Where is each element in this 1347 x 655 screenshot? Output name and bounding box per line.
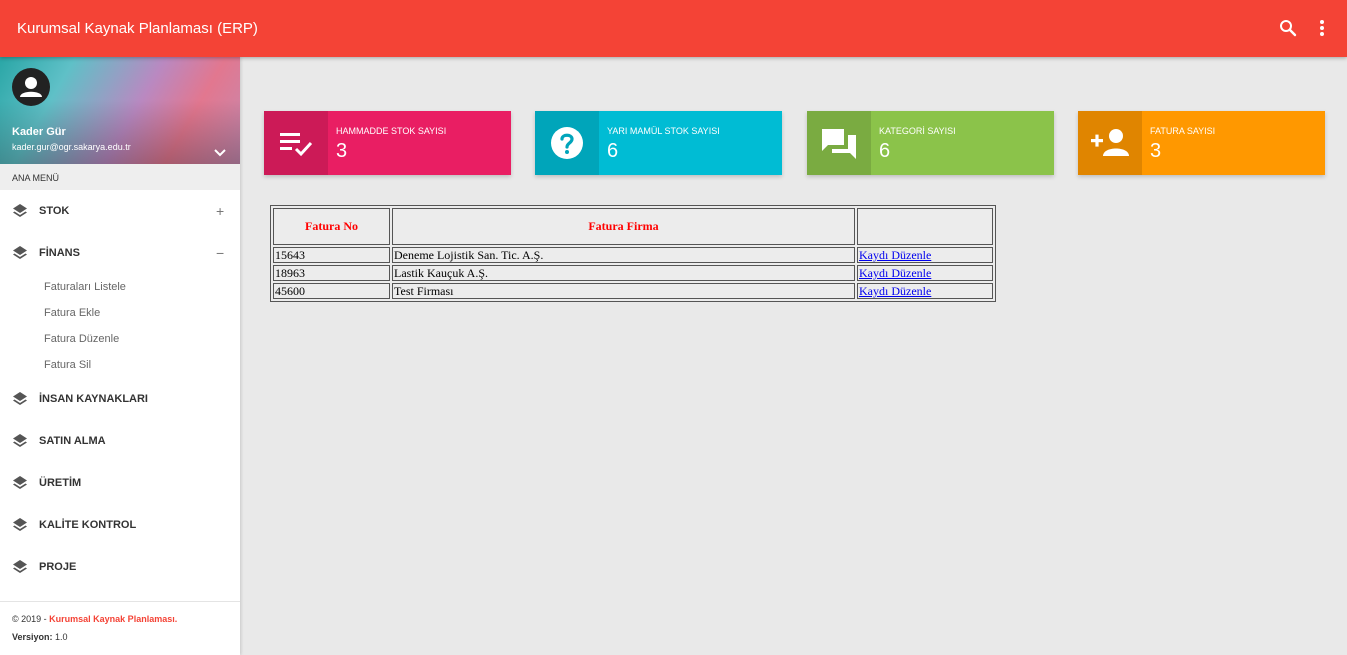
version: Versiyon: 1.0 [12, 632, 240, 642]
submenu-fatura-duzenle[interactable]: Fatura Düzenle [0, 326, 240, 352]
edit-record-link[interactable]: Kaydı Düzenle [859, 266, 931, 280]
user-name: Kader Gür [12, 126, 66, 138]
edit-record-link[interactable]: Kaydı Düzenle [859, 248, 931, 262]
cell-fatura-no: 18963 [273, 265, 390, 281]
sidebar-item-finans[interactable]: FİNANS − [0, 232, 240, 274]
help-icon [535, 111, 599, 175]
playlist-check-icon [264, 111, 328, 175]
cell-fatura-no: 45600 [273, 283, 390, 299]
sidebar-item-stok[interactable]: STOK + [0, 190, 240, 232]
copyright: © 2019 - Kurumsal Kaynak Planlaması. [12, 614, 240, 624]
sidebar-item-proje[interactable]: PROJE [0, 546, 240, 588]
sidebar-item-label: KALİTE KONTROL [39, 519, 137, 531]
brand-link[interactable]: Kurumsal Kaynak Planlaması. [49, 614, 177, 624]
sidebar-item-label: FİNANS [39, 247, 80, 259]
collapse-icon: − [216, 245, 225, 261]
stat-label: KATEGORİ SAYISI [879, 126, 956, 136]
layers-icon [12, 475, 28, 491]
column-header-fatura-firma: Fatura Firma [392, 208, 855, 245]
layers-icon [12, 391, 28, 407]
layers-icon [12, 517, 28, 533]
layers-icon [12, 559, 28, 575]
sidebar-item-label: STOK [39, 205, 70, 217]
cell-fatura-firma: Test Firması [392, 283, 855, 299]
cell-fatura-firma: Deneme Lojistik San. Tic. A.Ş. [392, 247, 855, 263]
cell-action: Kaydı Düzenle [857, 247, 993, 263]
sidebar-item-label: İNSAN KAYNAKLARI [39, 393, 148, 405]
infobox-hammadde[interactable]: HAMMADDE STOK SAYISI 3 [264, 111, 511, 175]
stat-label: FATURA SAYISI [1150, 126, 1216, 136]
stat-label: YARI MAMÜL STOK SAYISI [607, 126, 720, 136]
table-row: 18963 Lastik Kauçuk A.Ş. Kaydı Düzenle [273, 265, 993, 281]
layers-icon [12, 203, 28, 219]
column-header-fatura-no: Fatura No [273, 208, 390, 245]
sidebar-item-label: PROJE [39, 561, 77, 573]
sidebar-item-insan-kaynaklari[interactable]: İNSAN KAYNAKLARI [0, 378, 240, 420]
user-email: kader.gur@ogr.sakarya.edu.tr [12, 142, 131, 152]
sidebar-footer: © 2019 - Kurumsal Kaynak Planlaması. Ver… [0, 601, 240, 655]
user-info: Kader Gür kader.gur@ogr.sakarya.edu.tr [0, 57, 240, 164]
chevron-down-icon[interactable] [212, 145, 228, 161]
submenu-faturalari-listele[interactable]: Faturaları Listele [0, 274, 240, 300]
infobox-kategori[interactable]: KATEGORİ SAYISI 6 [807, 111, 1054, 175]
more-vert-icon[interactable] [1310, 16, 1334, 40]
infobox-yari-mamul[interactable]: YARI MAMÜL STOK SAYISI 6 [535, 111, 782, 175]
sidebar-item-label: SATIN ALMA [39, 435, 106, 447]
table-row: 15643 Deneme Lojistik San. Tic. A.Ş. Kay… [273, 247, 993, 263]
cell-action: Kaydı Düzenle [857, 283, 993, 299]
layers-icon [12, 245, 28, 261]
cell-fatura-no: 15643 [273, 247, 390, 263]
top-navbar: Kurumsal Kaynak Planlaması (ERP) [0, 0, 1347, 57]
forum-icon [807, 111, 871, 175]
column-header-action [857, 208, 993, 245]
stat-value: 6 [879, 140, 891, 162]
sidebar: Kader Gür kader.gur@ogr.sakarya.edu.tr A… [0, 57, 240, 655]
stat-value: 3 [336, 140, 348, 162]
table-header-row: Fatura No Fatura Firma [273, 208, 993, 245]
sidebar-item-label: ÜRETİM [39, 477, 82, 489]
sidebar-item-kalite-kontrol[interactable]: KALİTE KONTROL [0, 504, 240, 546]
version-value: 1.0 [52, 632, 68, 642]
expand-icon: + [216, 203, 225, 219]
stat-value: 3 [1150, 140, 1162, 162]
submenu-fatura-sil[interactable]: Fatura Sil [0, 352, 240, 378]
layers-icon [12, 433, 28, 449]
sidebar-item-uretim[interactable]: ÜRETİM [0, 462, 240, 504]
cell-action: Kaydı Düzenle [857, 265, 993, 281]
avatar [12, 68, 50, 106]
person-add-icon [1078, 111, 1142, 175]
menu-header: ANA MENÜ [0, 164, 240, 190]
app-title[interactable]: Kurumsal Kaynak Planlaması (ERP) [17, 20, 258, 37]
stat-value: 6 [607, 140, 619, 162]
sidebar-item-satin-alma[interactable]: SATIN ALMA [0, 420, 240, 462]
version-label: Versiyon: [12, 632, 53, 642]
cell-fatura-firma: Lastik Kauçuk A.Ş. [392, 265, 855, 281]
search-icon[interactable] [1276, 16, 1300, 40]
edit-record-link[interactable]: Kaydı Düzenle [859, 284, 931, 298]
invoice-table: Fatura No Fatura Firma 15643 Deneme Loji… [270, 205, 996, 302]
infobox-fatura[interactable]: FATURA SAYISI 3 [1078, 111, 1325, 175]
table-row: 45600 Test Firması Kaydı Düzenle [273, 283, 993, 299]
submenu-fatura-ekle[interactable]: Fatura Ekle [0, 300, 240, 326]
copyright-text: © 2019 - [12, 614, 50, 624]
stat-label: HAMMADDE STOK SAYISI [336, 126, 447, 136]
